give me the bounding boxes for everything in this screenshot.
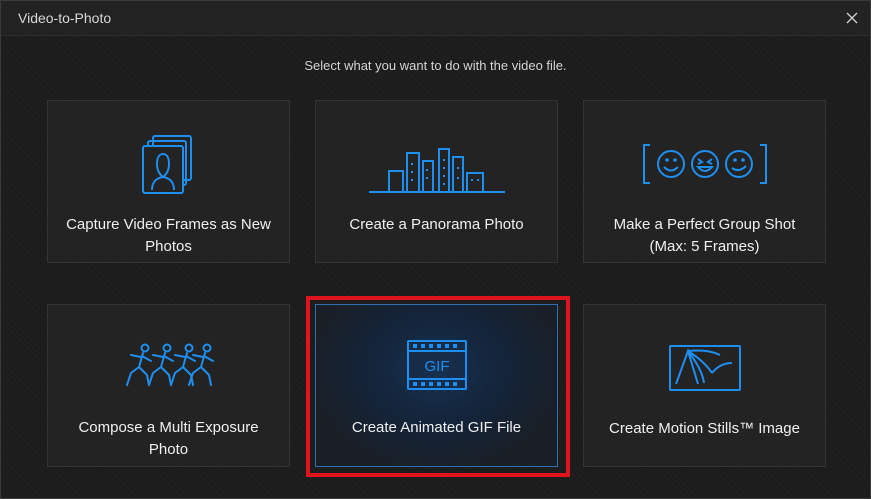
gif-icon-text: GIF: [424, 358, 449, 375]
dialog-title: Video-to-Photo: [18, 10, 112, 26]
card-label-line1: Create a Panorama Photo: [349, 216, 524, 233]
card-label-line1: Compose a Multi Exposure: [78, 419, 259, 436]
capture-frames-card[interactable]: Capture Video Frames as New Photos: [47, 100, 290, 263]
city-skyline-icon: [368, 148, 505, 193]
smiley-faces-icon: [642, 144, 767, 184]
instruction-text: Select what you want to do with the vide…: [304, 58, 567, 73]
close-button[interactable]: [834, 1, 870, 35]
close-icon: [846, 12, 858, 24]
card-label-line2: (Max: 5 Frames): [649, 238, 760, 255]
panorama-card[interactable]: Create a Panorama Photo: [315, 100, 558, 263]
running-figures-icon: [125, 343, 214, 386]
card-label-line2: Photo: [148, 441, 189, 458]
card-label-line1: Capture Video Frames as New: [66, 216, 271, 233]
animated-gif-card[interactable]: GIF Create Animated GIF File: [315, 304, 558, 467]
motion-stills-card[interactable]: Create Motion Stills™ Image: [583, 304, 826, 467]
card-label-line1: Make a Perfect Group Shot: [613, 216, 796, 233]
card-label-line2: Photos: [145, 238, 192, 255]
gif-film-icon: GIF: [406, 340, 467, 390]
group-shot-card[interactable]: Make a Perfect Group Shot (Max: 5 Frames…: [583, 100, 826, 263]
portrait-frames-icon: [141, 135, 192, 194]
card-label-line1: Create Motion Stills™ Image: [609, 420, 800, 437]
multi-exposure-card[interactable]: Compose a Multi Exposure Photo: [47, 304, 290, 467]
title-bar: Video-to-Photo: [1, 1, 870, 36]
motion-stills-icon: [668, 345, 741, 391]
card-label-line1: Create Animated GIF File: [351, 419, 522, 436]
